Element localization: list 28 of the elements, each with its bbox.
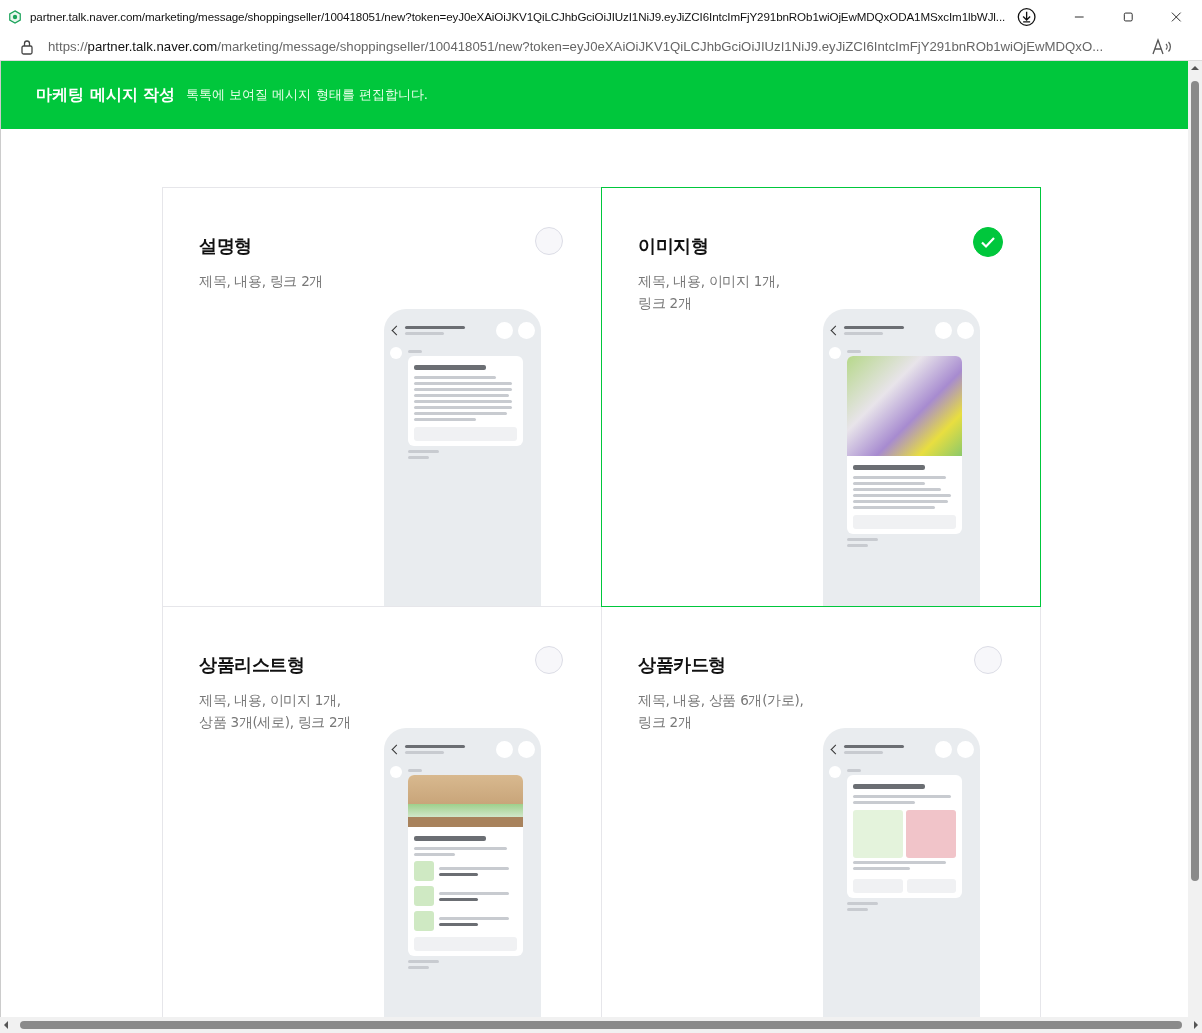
page-subtitle: 톡톡에 보여질 메시지 형태를 편집합니다. xyxy=(186,86,428,104)
horizontal-scrollbar[interactable] xyxy=(0,1017,1202,1033)
address-field[interactable]: https://partner.talk.naver.com/marketing/message/shoppingseller/100418051/new?token=eyJ0eXAiOiJKV1QiLCJhbGciOiJIUzI1NiJ9.eyJiZCI6IntcImFjY291bnROb1wiOjEwMDQxO... xyxy=(48,39,1138,54)
radio-button[interactable] xyxy=(535,227,563,255)
radio-button[interactable] xyxy=(974,646,1002,674)
message-type-card[interactable]: 이미지형 제목, 내용, 이미지 1개, 링크 2개 xyxy=(601,187,1041,607)
card-description: 제목, 내용, 이미지 1개, 상품 3개(세로), 링크 2개 xyxy=(199,691,353,732)
card-title: 이미지형 xyxy=(638,234,708,258)
radio-button[interactable] xyxy=(535,646,563,674)
vertical-scrollbar[interactable] xyxy=(1188,61,1202,1017)
card-title: 설명형 xyxy=(199,234,252,258)
message-type-card[interactable]: 설명형 제목, 내용, 링크 2개 xyxy=(162,187,602,607)
close-icon[interactable] xyxy=(1171,10,1182,23)
page-heading: 마케팅 메시지 작성 xyxy=(36,84,176,106)
maximize-icon[interactable] xyxy=(1123,10,1134,23)
card-description: 제목, 내용, 링크 2개 xyxy=(199,272,325,291)
page-title: partner.talk.naver.com/marketing/message/shoppingseller/100418051/new?token=eyJ0eXAiOiJKV1QiLCJhbGciOiJIUzI1NiJ9.eyJiZCI6IntcImFjY291bnROb1wiOjEwMDQxODA1MSxcIm1lbWJl... xyxy=(30,10,1006,23)
card-description: 제목, 내용, 이미지 1개, 링크 2개 xyxy=(638,272,781,313)
read-aloud-icon[interactable] xyxy=(1152,37,1172,56)
card-description: 제목, 내용, 상품 6개(가로), 링크 2개 xyxy=(638,691,805,732)
scroll-right-arrow-icon[interactable] xyxy=(1192,1021,1200,1029)
checked-radio-icon[interactable] xyxy=(973,227,1003,257)
site-favicon-icon xyxy=(8,8,22,25)
download-icon[interactable] xyxy=(1017,5,1037,28)
card-title: 상품리스트형 xyxy=(199,653,304,677)
scroll-left-arrow-icon[interactable] xyxy=(2,1021,10,1029)
lock-icon[interactable] xyxy=(20,38,34,55)
card-title: 상품카드형 xyxy=(638,653,726,677)
